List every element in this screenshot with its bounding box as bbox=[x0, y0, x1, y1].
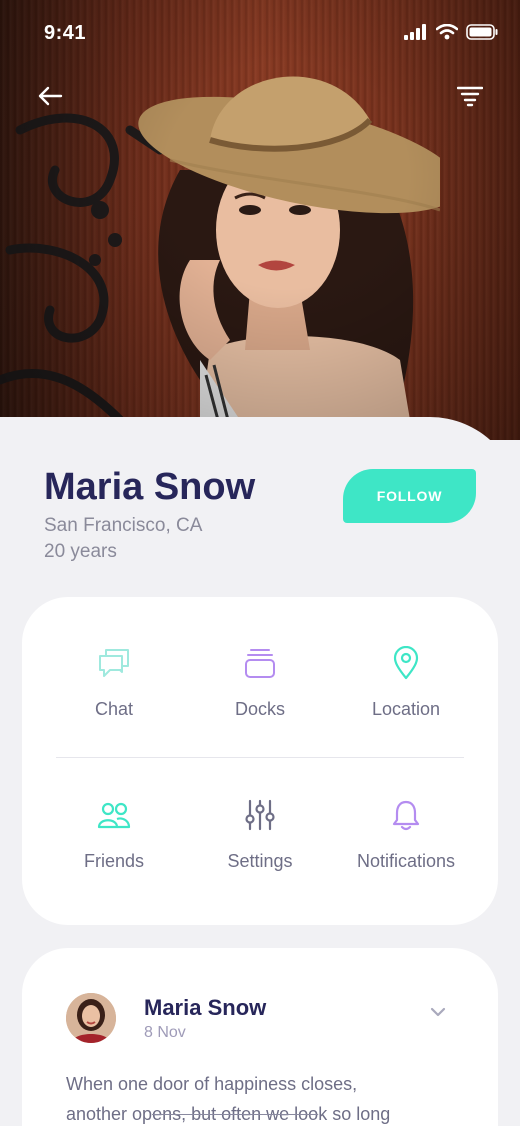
battery-icon bbox=[466, 24, 498, 40]
settings-sliders-icon bbox=[245, 799, 275, 831]
menu-item-label: Notifications bbox=[356, 851, 456, 871]
menu-item-label: Settings bbox=[227, 851, 293, 871]
avatar[interactable] bbox=[66, 993, 116, 1043]
menu-item-label: Location bbox=[371, 699, 441, 719]
bell-icon bbox=[392, 800, 420, 831]
post-options-button[interactable] bbox=[426, 1000, 450, 1024]
arrow-left-icon bbox=[38, 86, 63, 106]
wifi-icon bbox=[436, 24, 458, 40]
location-pin-icon bbox=[393, 646, 419, 680]
filter-button[interactable] bbox=[454, 80, 486, 112]
chevron-down-icon bbox=[430, 1007, 446, 1017]
profile-cover-photo bbox=[0, 0, 520, 440]
post-text-strike: ens, but often we loo bbox=[152, 1104, 319, 1124]
menu-item-label: Friends bbox=[83, 851, 145, 871]
menu-divider bbox=[56, 757, 464, 758]
post-author: Maria Snow bbox=[144, 995, 267, 1020]
signal-icon bbox=[404, 24, 426, 40]
profile-location: San Francisco, CA bbox=[44, 515, 203, 536]
menu-item-label: Docks bbox=[234, 699, 285, 719]
friends-icon bbox=[97, 802, 131, 829]
status-time: 9:41 bbox=[44, 22, 87, 44]
post-text-segment: k so long bbox=[318, 1104, 391, 1124]
menu-item-docks[interactable]: Docks bbox=[185, 645, 335, 720]
profile-screen: 9:41 Maria Snow San Francisco, CA 20 yea… bbox=[0, 0, 520, 1126]
menu-item-label: Chat bbox=[94, 699, 134, 719]
post-card: Maria Snow 8 Nov When one door of happin… bbox=[22, 948, 498, 1126]
menu-card: Chat Docks Location Friends Settings Not… bbox=[22, 597, 498, 925]
post-text: When one door of happiness closes, anoth… bbox=[66, 1069, 466, 1126]
post-date: 8 Nov bbox=[144, 1024, 186, 1041]
menu-item-notifications[interactable]: Notifications bbox=[331, 797, 481, 872]
docks-icon bbox=[245, 649, 275, 678]
profile-age: 20 years bbox=[44, 541, 117, 562]
status-bar: 9:41 bbox=[0, 0, 520, 66]
filter-icon bbox=[457, 86, 483, 107]
post-text-line: When one door of happiness closes, bbox=[66, 1074, 358, 1094]
menu-item-settings[interactable]: Settings bbox=[185, 797, 335, 872]
follow-button[interactable]: FOLLOW bbox=[343, 469, 476, 523]
menu-item-location[interactable]: Location bbox=[331, 645, 481, 720]
post-text-segment: another op bbox=[66, 1104, 153, 1124]
chat-icon bbox=[99, 649, 129, 677]
menu-item-chat[interactable]: Chat bbox=[39, 645, 189, 720]
back-button[interactable] bbox=[34, 80, 66, 112]
profile-name: Maria Snow bbox=[44, 466, 256, 508]
menu-item-friends[interactable]: Friends bbox=[39, 797, 189, 872]
